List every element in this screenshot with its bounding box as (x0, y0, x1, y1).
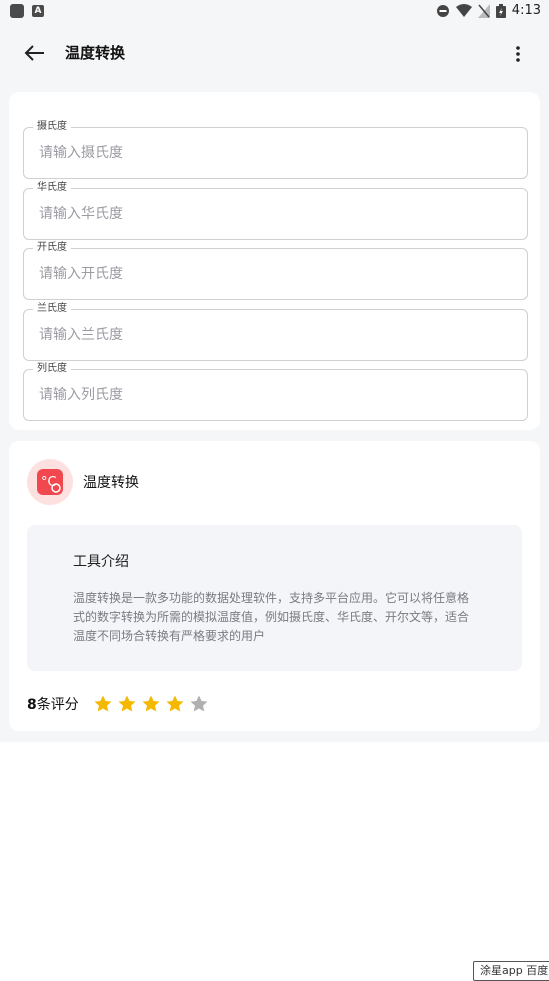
star-icon[interactable] (189, 694, 209, 714)
wifi-icon (455, 4, 472, 17)
rating-count: 8 (27, 697, 37, 713)
rating-section: 8条评分 (27, 694, 209, 714)
page-title: 温度转换 (65, 44, 126, 62)
app-name: 温度转换 (83, 475, 139, 491)
rankine-field[interactable]: 兰氏度 (23, 302, 528, 361)
reaumur-field[interactable]: 列氏度 (23, 362, 528, 421)
app-notification-icon (10, 4, 24, 18)
app-info-card: °C 温度转换 工具介绍 温度转换是一款多功能的数据处理软件，支持多平台应用。它… (9, 441, 540, 731)
watermark: 涂星app 百度 (473, 961, 549, 981)
back-button[interactable] (22, 41, 48, 65)
rating-suffix: 条评分 (36, 697, 79, 713)
star-icon[interactable] (93, 694, 113, 714)
rating-count-text: 8条评分 (27, 694, 79, 714)
intro-title: 工具介绍 (73, 554, 129, 570)
fahrenheit-input[interactable] (37, 189, 511, 239)
fahrenheit-field[interactable]: 华氏度 (23, 181, 528, 240)
no-signal-icon (477, 3, 490, 18)
reaumur-input[interactable] (37, 370, 511, 420)
celsius-field[interactable]: 摄氏度 (23, 120, 528, 179)
app-logo: °C (27, 459, 73, 505)
notification-a-icon: A (32, 5, 44, 17)
celsius-input[interactable] (37, 128, 511, 178)
arrow-left-icon (24, 45, 44, 61)
intro-box: 工具介绍 温度转换是一款多功能的数据处理软件，支持多平台应用。它可以将任意格式的… (27, 525, 522, 671)
conversion-form-card: 摄氏度 华氏度 开氏度 兰氏度 列氏度 (9, 92, 540, 430)
rankine-input[interactable] (37, 310, 511, 360)
intro-text: 温度转换是一款多功能的数据处理软件，支持多平台应用。它可以将任意格式的数字转换为… (73, 591, 470, 643)
more-options-button[interactable] (513, 44, 523, 64)
star-icon[interactable] (117, 694, 137, 714)
star-icon[interactable] (141, 694, 161, 714)
kelvin-input[interactable] (37, 249, 511, 299)
battery-icon (495, 3, 506, 18)
app-bar: 温度转换 (0, 24, 549, 82)
svg-text:°C: °C (41, 475, 57, 490)
dnd-icon (436, 4, 449, 17)
star-rating[interactable] (93, 694, 209, 714)
status-bar: A 4:13 (0, 0, 549, 24)
star-icon[interactable] (165, 694, 185, 714)
status-time: 4:13 (511, 3, 541, 18)
kelvin-field[interactable]: 开氏度 (23, 241, 528, 300)
thermometer-icon: °C (37, 469, 63, 495)
more-vertical-icon (516, 46, 520, 62)
